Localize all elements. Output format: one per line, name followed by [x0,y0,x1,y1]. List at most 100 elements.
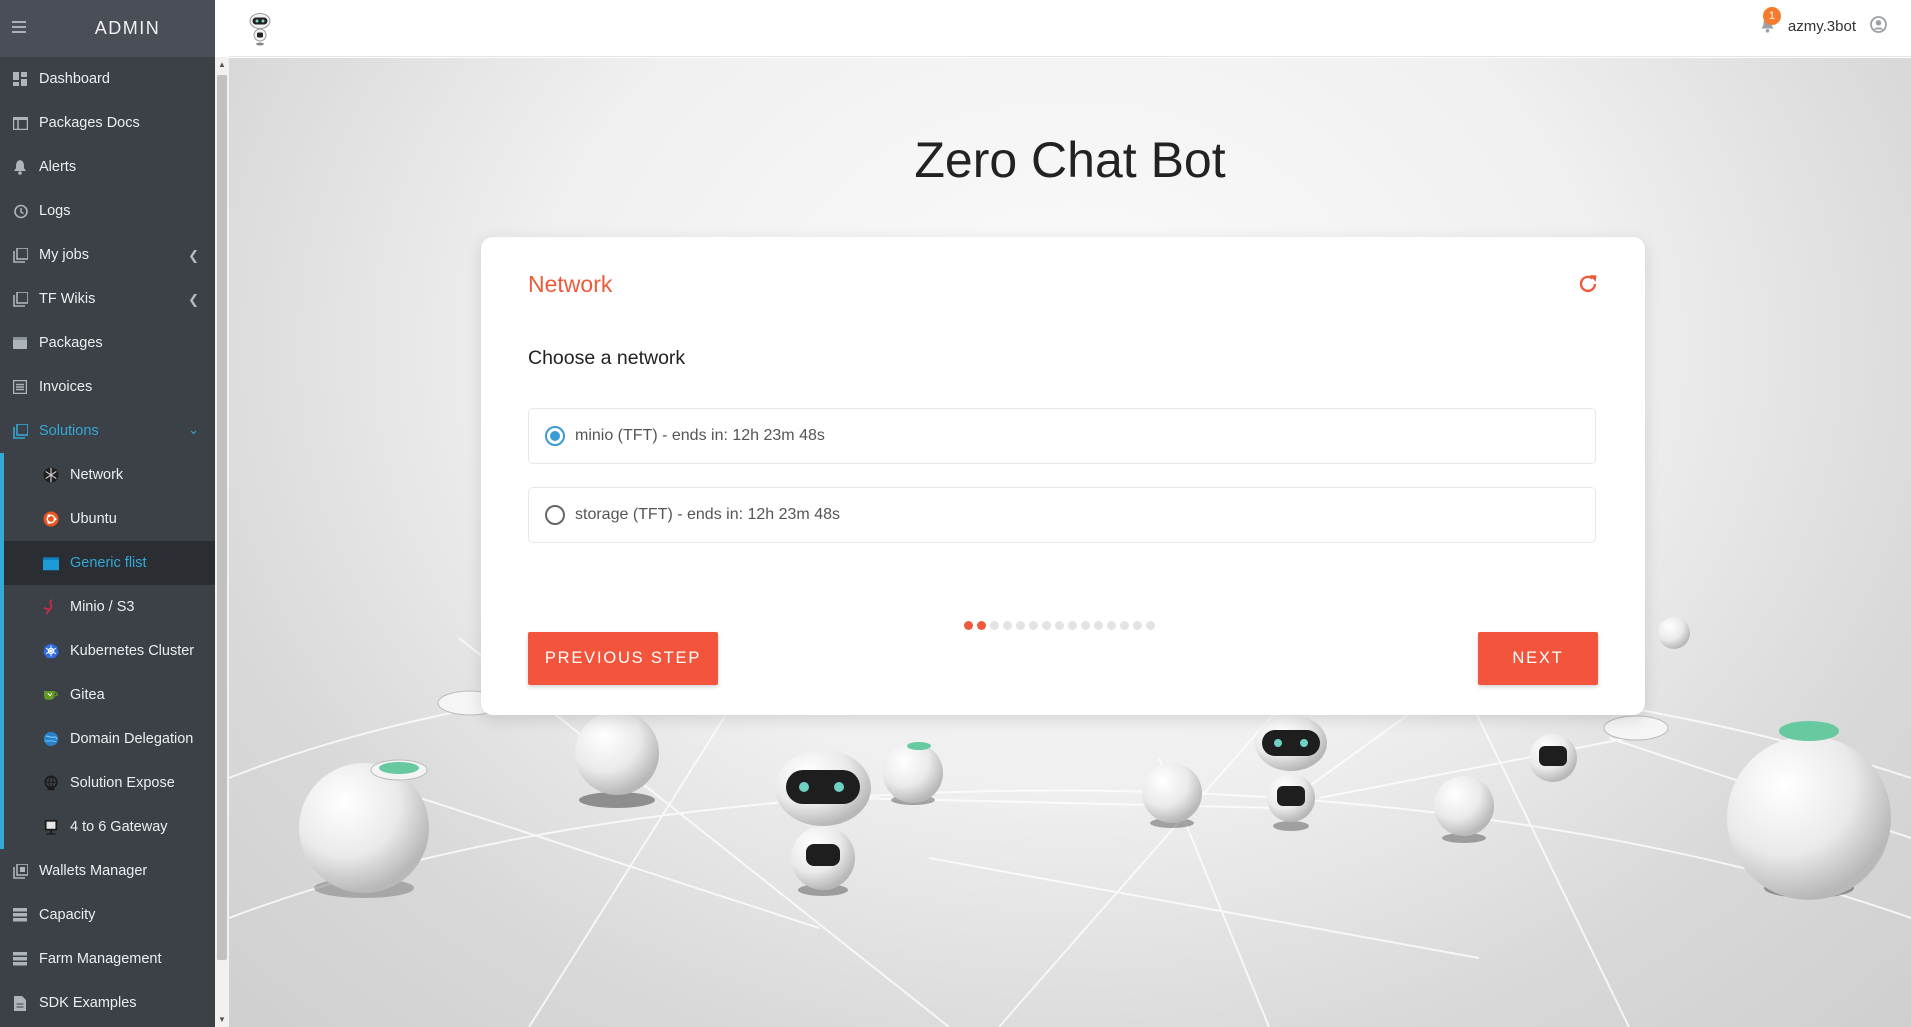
step-title: Network [528,271,613,297]
sidebar-item-label: 4 to 6 Gateway [70,819,168,835]
storage-icon [12,951,28,967]
menu-toggle-icon[interactable] [12,21,26,33]
sidebar-item-sdk-examples[interactable]: SDK Examples [0,981,215,1025]
progress-dot [1055,621,1064,630]
sidebar-item-gateway[interactable]: 4 to 6 Gateway [4,805,215,849]
package-icon [12,335,28,351]
sidebar-item-label: Wallets Manager [39,863,148,879]
history-icon [12,203,28,219]
chevron-down-icon: ⌄ [188,422,199,437]
chevron-left-icon: ❮ [188,292,199,307]
sidebar-scrollbar[interactable]: ▲ ▼ [215,57,229,1027]
step-progress-dots [964,621,1159,630]
sidebar-item-label: Packages Docs [39,115,140,131]
sidebar-item-label: Packages [39,335,103,351]
sidebar-item-kubernetes[interactable]: Kubernetes Cluster [4,629,215,673]
username[interactable]: azmy.3bot [1788,18,1856,35]
sidebar-item-network[interactable]: Network [4,453,215,497]
option-label: minio (TFT) - ends in: 12h 23m 48s [575,427,825,444]
progress-dot [1003,621,1012,630]
chatbot-card: Network Choose a network minio (TFT) - e… [481,237,1645,715]
radio-button-checked[interactable] [545,426,565,446]
progress-dot [964,621,973,630]
progress-dot [1029,621,1038,630]
sidebar-item-label: Minio / S3 [70,599,135,615]
sidebar-item-label: Dashboard [39,71,110,87]
account-circle-icon[interactable] [1870,16,1887,37]
sidebar-item-label: My jobs [39,247,89,263]
topbar: 1 azmy.3bot [229,0,1911,57]
progress-dot [990,621,999,630]
sidebar-item-invoices[interactable]: Invoices [0,365,215,409]
sidebar-item-gitea[interactable]: Gitea [4,673,215,717]
previous-step-button[interactable]: PREVIOUS STEP [528,632,718,685]
chevron-left-icon: ❮ [188,248,199,263]
sidebar-item-label: Solutions [39,423,99,439]
gitea-icon [43,687,59,703]
sidebar-item-label: SDK Examples [39,995,137,1011]
sidebar-item-logs[interactable]: Logs [0,189,215,233]
progress-dot [1146,621,1155,630]
sidebar-item-solutions[interactable]: Solutions ⌄ [0,409,215,453]
sidebar-item-tf-wikis[interactable]: TF Wikis ❮ [0,277,215,321]
solutions-submenu: Network Ubuntu Generic flist Minio / S3 … [0,453,215,849]
sidebar-item-capacity[interactable]: Capacity [0,893,215,937]
radio-button[interactable] [545,505,565,525]
notifications-button[interactable]: 1 [1760,7,1781,37]
ubuntu-icon [43,511,59,527]
scroll-up-arrow-icon[interactable]: ▲ [218,60,226,69]
sidebar-item-domain-delegation[interactable]: Domain Delegation [4,717,215,761]
sidebar-item-my-jobs[interactable]: My jobs ❮ [0,233,215,277]
progress-dot [1016,621,1025,630]
bell-icon [12,159,28,175]
sidebar-nav: Dashboard Packages Docs Alerts Logs My j… [0,57,215,453]
bot-logo-icon[interactable] [249,12,271,51]
library-icon [12,291,28,307]
sidebar-item-dashboard[interactable]: Dashboard [0,57,215,101]
sidebar-item-label: TF Wikis [39,291,96,307]
library-icon [12,247,28,263]
progress-dot [1068,621,1077,630]
gateway-icon [43,819,59,835]
table-icon [12,115,28,131]
sidebar-item-farm-management[interactable]: Farm Management [0,937,215,981]
notification-badge: 1 [1762,7,1781,25]
sidebar-item-wallets-manager[interactable]: Wallets Manager [0,849,215,893]
sidebar-item-alerts[interactable]: Alerts [0,145,215,189]
sidebar-item-label: Network [70,467,124,483]
sidebar-item-label: Ubuntu [70,511,117,527]
next-button[interactable]: NEXT [1478,632,1598,685]
wallet-icon [12,863,28,879]
progress-dot [1042,621,1051,630]
sidebar-item-minio[interactable]: Minio / S3 [4,585,215,629]
sidebar-item-label: Solution Expose [70,775,175,791]
web-icon [43,775,59,791]
refresh-icon[interactable] [1577,273,1599,300]
sidebar-item-ubuntu[interactable]: Ubuntu [4,497,215,541]
scroll-thumb[interactable] [217,75,227,960]
sidebar-item-packages[interactable]: Packages [0,321,215,365]
globe-icon [43,731,59,747]
folder-icon [43,555,59,571]
option-label: storage (TFT) - ends in: 12h 23m 48s [575,506,840,523]
progress-dot [1133,621,1142,630]
file-icon [12,995,28,1011]
network-option-minio[interactable]: minio (TFT) - ends in: 12h 23m 48s [528,408,1596,464]
sidebar-item-packages-docs[interactable]: Packages Docs [0,101,215,145]
progress-dot [1094,621,1103,630]
sidebar-item-solution-expose[interactable]: Solution Expose [4,761,215,805]
sidebar-item-label: Kubernetes Cluster [70,643,195,659]
scroll-down-arrow-icon[interactable]: ▼ [218,1015,226,1024]
network-option-storage[interactable]: storage (TFT) - ends in: 12h 23m 48s [528,487,1596,543]
dashboard-icon [12,71,28,87]
progress-dot [977,621,986,630]
kubernetes-icon [43,643,59,659]
sidebar-item-label: Gitea [70,687,105,703]
sidebar-item-generic-flist[interactable]: Generic flist [4,541,215,585]
sidebar-item-label: Generic flist [70,555,147,571]
progress-dot [1107,621,1116,630]
page-title: Zero Chat Bot [914,132,1226,188]
user-area: 1 azmy.3bot [1760,7,1887,37]
sidebar-nav-bottom: Wallets Manager Capacity Farm Management… [0,849,215,1025]
sidebar: ADMIN Dashboard Packages Docs Alerts Log… [0,0,215,1027]
